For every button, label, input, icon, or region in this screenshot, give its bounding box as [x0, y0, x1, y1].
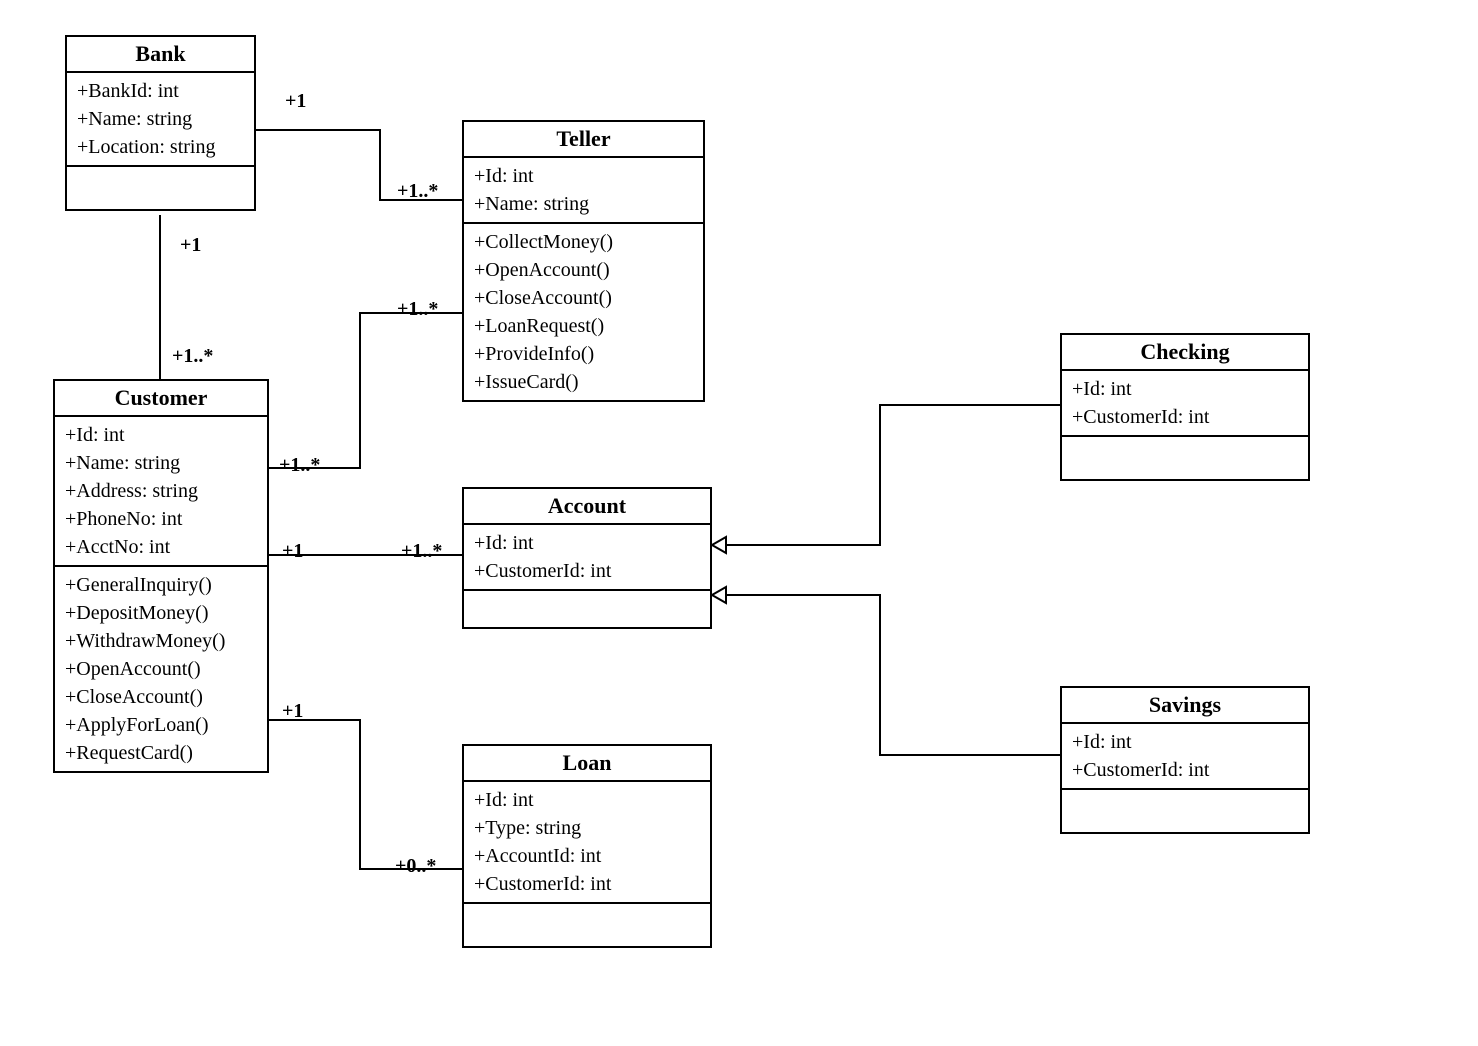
attr: +CustomerId: int: [1072, 403, 1298, 431]
mult-customer-account-from: +1: [282, 540, 303, 563]
class-methods: [464, 591, 710, 627]
method: +CloseAccount(): [65, 683, 257, 711]
mult-bank-teller-from: +1: [285, 90, 306, 113]
edge-savings-account: [712, 595, 1060, 755]
attr: +Type: string: [474, 814, 700, 842]
class-attributes: +Id: int +Type: string +AccountId: int +…: [464, 782, 710, 904]
method: +WithdrawMoney(): [65, 627, 257, 655]
class-methods: [67, 167, 254, 209]
class-teller: Teller +Id: int +Name: string +CollectMo…: [462, 120, 705, 402]
arrow-checking-account: [712, 537, 726, 553]
attr: +Name: string: [77, 105, 244, 133]
mult-customer-account-to: +1..*: [401, 540, 442, 563]
attr: +PhoneNo: int: [65, 505, 257, 533]
class-methods: +CollectMoney() +OpenAccount() +CloseAcc…: [464, 224, 703, 400]
attr: +CustomerId: int: [1072, 756, 1298, 784]
method: +DepositMoney(): [65, 599, 257, 627]
attr: +Name: string: [65, 449, 257, 477]
class-title: Customer: [55, 381, 267, 417]
attr: +Id: int: [474, 162, 693, 190]
method: +CloseAccount(): [474, 284, 693, 312]
class-savings: Savings +Id: int +CustomerId: int: [1060, 686, 1310, 834]
attr: +Id: int: [65, 421, 257, 449]
method: +ProvideInfo(): [474, 340, 693, 368]
class-title: Bank: [67, 37, 254, 73]
class-checking: Checking +Id: int +CustomerId: int: [1060, 333, 1310, 481]
class-loan: Loan +Id: int +Type: string +AccountId: …: [462, 744, 712, 948]
method: +GeneralInquiry(): [65, 571, 257, 599]
class-bank: Bank +BankId: int +Name: string +Locatio…: [65, 35, 256, 211]
mult-bank-teller-to: +1..*: [397, 180, 438, 203]
class-attributes: +Id: int +CustomerId: int: [464, 525, 710, 591]
class-attributes: +Id: int +Name: string: [464, 158, 703, 224]
class-attributes: +BankId: int +Name: string +Location: st…: [67, 73, 254, 167]
class-attributes: +Id: int +CustomerId: int: [1062, 371, 1308, 437]
attr: +CustomerId: int: [474, 557, 700, 585]
method: +RequestCard(): [65, 739, 257, 767]
method: +IssueCard(): [474, 368, 693, 396]
attr: +BankId: int: [77, 77, 244, 105]
attr: +Id: int: [1072, 728, 1298, 756]
attr: +Id: int: [474, 529, 700, 557]
mult-customer-teller-from: +1..*: [279, 454, 320, 477]
attr: +CustomerId: int: [474, 870, 700, 898]
attr: +AcctNo: int: [65, 533, 257, 561]
method: +CollectMoney(): [474, 228, 693, 256]
method: +LoanRequest(): [474, 312, 693, 340]
class-attributes: +Id: int +CustomerId: int: [1062, 724, 1308, 790]
method: +OpenAccount(): [474, 256, 693, 284]
mult-customer-teller-to: +1..*: [397, 298, 438, 321]
arrow-savings-account: [712, 587, 726, 603]
method: +OpenAccount(): [65, 655, 257, 683]
attr: +Location: string: [77, 133, 244, 161]
class-title: Teller: [464, 122, 703, 158]
diagram-canvas: Bank +BankId: int +Name: string +Locatio…: [0, 0, 1478, 1046]
mult-bank-customer-from: +1: [180, 234, 201, 257]
class-methods: [1062, 437, 1308, 479]
edge-customer-teller: [269, 313, 462, 468]
edge-customer-loan: [269, 720, 462, 869]
class-customer: Customer +Id: int +Name: string +Address…: [53, 379, 269, 773]
class-attributes: +Id: int +Name: string +Address: string …: [55, 417, 267, 567]
edge-checking-account: [712, 405, 1060, 545]
class-methods: [1062, 790, 1308, 832]
mult-customer-loan-from: +1: [282, 700, 303, 723]
class-title: Savings: [1062, 688, 1308, 724]
attr: +AccountId: int: [474, 842, 700, 870]
class-title: Account: [464, 489, 710, 525]
class-methods: [464, 904, 710, 946]
class-title: Checking: [1062, 335, 1308, 371]
method: +ApplyForLoan(): [65, 711, 257, 739]
class-account: Account +Id: int +CustomerId: int: [462, 487, 712, 629]
attr: +Name: string: [474, 190, 693, 218]
mult-customer-loan-to: +0..*: [395, 855, 436, 878]
class-methods: +GeneralInquiry() +DepositMoney() +Withd…: [55, 567, 267, 771]
class-title: Loan: [464, 746, 710, 782]
attr: +Id: int: [1072, 375, 1298, 403]
attr: +Id: int: [474, 786, 700, 814]
mult-bank-customer-to: +1..*: [172, 345, 213, 368]
attr: +Address: string: [65, 477, 257, 505]
